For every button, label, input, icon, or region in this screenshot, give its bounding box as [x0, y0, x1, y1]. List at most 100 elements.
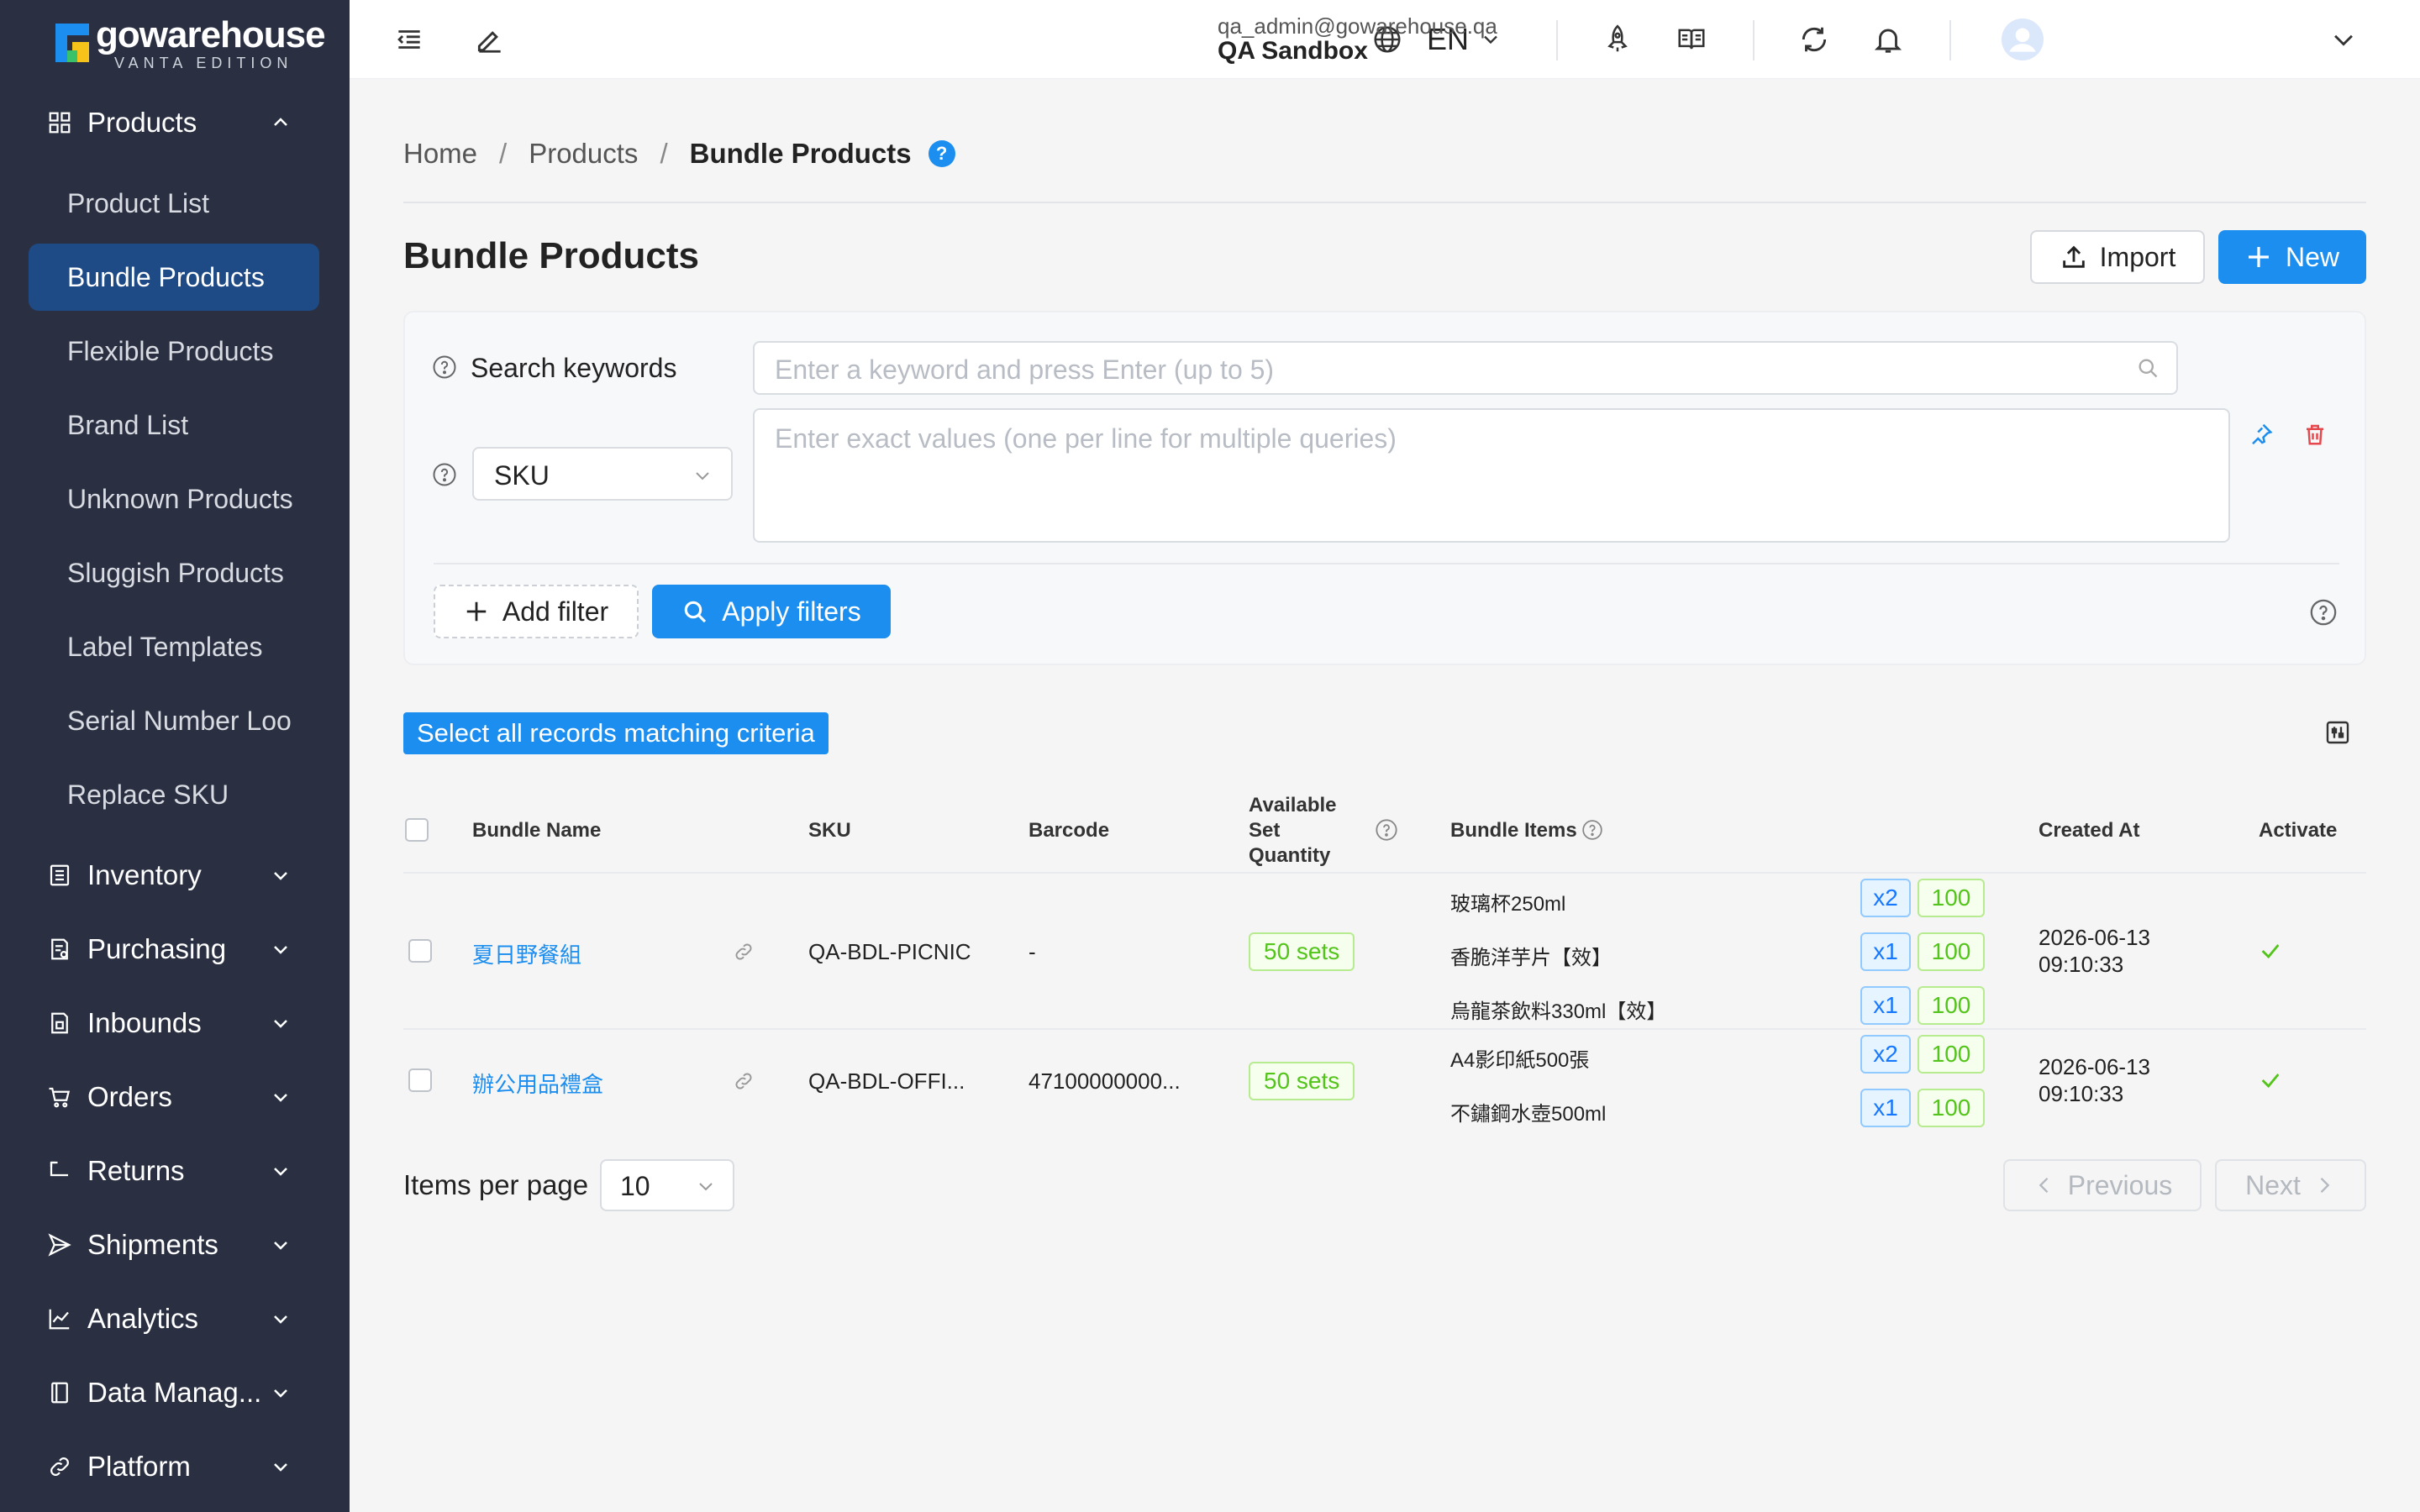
chevron-down-icon [274, 946, 287, 954]
field-select[interactable]: SKU [472, 447, 733, 501]
previous-page-button[interactable]: Previous [2003, 1159, 2202, 1211]
keyword-search-input[interactable]: Enter a keyword and press Enter (up to 5… [753, 341, 2178, 395]
plus-icon [466, 601, 487, 622]
divider [403, 1028, 2366, 1030]
question-circle-icon[interactable] [1581, 819, 1603, 841]
item-qty-tag: x1 [1860, 932, 1911, 971]
select-all-records-button[interactable]: Select all records matching criteria [403, 712, 829, 754]
inbound-doc-icon [51, 1012, 68, 1034]
avatar[interactable] [2002, 18, 2044, 60]
nav-group-platform[interactable]: Platform [0, 1430, 350, 1504]
user-org: QA Sandbox [1218, 37, 1368, 65]
column-header-activate[interactable]: Activate [2259, 819, 2337, 843]
next-page-button[interactable]: Next [2215, 1159, 2366, 1211]
sidebar-item-sluggish-products[interactable]: Sluggish Products [29, 539, 319, 606]
nav-group-inbounds[interactable]: Inbounds [0, 986, 350, 1060]
created-time: 09:10:33 [2039, 1081, 2124, 1106]
breadcrumb-products[interactable]: Products [529, 138, 638, 170]
rocket-icon[interactable] [1602, 24, 1634, 55]
column-header-available[interactable]: Available [1249, 794, 1337, 817]
sidebar-item-unknown-products[interactable]: Unknown Products [29, 465, 319, 533]
help-icon[interactable]: ? [928, 140, 955, 167]
nav-group-orders[interactable]: Orders [0, 1060, 350, 1134]
chevron-up-icon [274, 118, 287, 126]
nav-group-shipments[interactable]: Shipments [0, 1208, 350, 1282]
question-circle-icon[interactable] [2309, 598, 2338, 627]
row-checkbox[interactable] [408, 1068, 432, 1092]
breadcrumb-home[interactable]: Home [403, 138, 477, 170]
nav-group-label: Products [87, 107, 197, 138]
app-logo[interactable]: gowarehouse VANTA EDITION [55, 14, 326, 71]
bundle-name-link[interactable]: 辦公用品禮盒 [472, 1068, 603, 1099]
trash-icon[interactable] [2302, 422, 2328, 447]
nav-group-label: Inventory [87, 859, 202, 890]
column-header-barcode[interactable]: Barcode [1028, 819, 1109, 843]
sidebar-item-bundle-products[interactable]: Bundle Products [29, 244, 319, 311]
import-button[interactable]: Import [2030, 230, 2205, 284]
chevron-down-icon [699, 1183, 713, 1191]
sidebar-item-serial-number[interactable]: Serial Number Loo [29, 687, 319, 754]
nav-group-label: Shipments [87, 1229, 218, 1260]
logo-name: gowarehouse [96, 14, 326, 55]
chevron-down-icon[interactable] [2329, 25, 2358, 54]
nav-group-purchasing[interactable]: Purchasing [0, 912, 350, 986]
column-header-bundle-items[interactable]: Bundle Items [1450, 819, 1577, 843]
column-header-sku[interactable]: SKU [808, 819, 851, 843]
cart-icon [49, 1087, 71, 1108]
menu-collapse-icon[interactable] [393, 24, 425, 55]
chevron-down-icon [696, 472, 709, 480]
apply-filters-button[interactable]: Apply filters [652, 585, 891, 638]
exact-values-textarea[interactable]: Enter exact values (one per line for mul… [753, 408, 2230, 543]
chevron-right-icon [2320, 1178, 2330, 1193]
column-header-bundle-name[interactable]: Bundle Name [472, 819, 601, 843]
sidebar: gowarehouse VANTA EDITION Products Produ… [0, 0, 350, 1512]
bundle-item-name: A4影印紙500張 [1450, 1049, 1590, 1072]
link-icon[interactable] [733, 1070, 755, 1092]
divider [434, 563, 2339, 564]
sidebar-item-label-templates[interactable]: Label Templates [29, 613, 319, 680]
item-stock-tag: 100 [1918, 932, 1985, 971]
items-per-page-select[interactable]: 10 [600, 1159, 734, 1211]
sidebar-item-flexible-products[interactable]: Flexible Products [29, 318, 319, 385]
chevron-down-icon [274, 872, 287, 880]
item-stock-tag: 100 [1918, 1089, 1985, 1127]
question-circle-icon[interactable] [432, 462, 457, 487]
available-sets-badge: 50 sets [1249, 1062, 1355, 1100]
plus-icon [2248, 247, 2269, 267]
column-settings-icon[interactable] [2324, 719, 2351, 746]
nav-group-returns[interactable]: Returns [0, 1134, 350, 1208]
breadcrumb: Home / Products / Bundle Products ? [403, 138, 955, 170]
breadcrumb-separator: / [660, 138, 668, 169]
add-filter-button[interactable]: Add filter [434, 585, 639, 638]
purchase-doc-icon [51, 938, 68, 960]
question-circle-icon[interactable] [1375, 818, 1398, 842]
header-divider [1753, 20, 1754, 60]
select-all-checkbox[interactable] [405, 818, 429, 842]
question-circle-icon[interactable] [432, 354, 457, 380]
edit-icon[interactable] [474, 24, 506, 55]
bundle-item-name: 香脆洋芋片【效】 [1450, 947, 1612, 969]
nav-group-inventory[interactable]: Inventory [0, 838, 350, 912]
search-keywords-label: Search keywords [471, 353, 677, 383]
item-stock-tag: 100 [1918, 1035, 1985, 1074]
sidebar-item-replace-sku[interactable]: Replace SKU [29, 761, 319, 828]
nav-group-analytics[interactable]: Analytics [0, 1282, 350, 1356]
refresh-icon[interactable] [1798, 24, 1830, 55]
nav-group-label: Returns [87, 1155, 185, 1186]
column-header-created-at[interactable]: Created At [2039, 819, 2139, 843]
bell-icon[interactable] [1872, 24, 1904, 55]
nav-group-label: Platform [87, 1451, 191, 1482]
chevron-down-icon [274, 1168, 287, 1176]
sidebar-item-product-list[interactable]: Product List [29, 170, 319, 237]
new-button[interactable]: New [2218, 230, 2366, 284]
link-icon[interactable] [733, 941, 755, 963]
bundle-item-name: 烏龍茶飲料330ml【效】 [1450, 1000, 1667, 1023]
nav-group-data-management[interactable]: Data Manag... [0, 1356, 350, 1430]
pin-icon[interactable] [2249, 422, 2274, 447]
row-checkbox[interactable] [408, 939, 432, 963]
sidebar-item-brand-list[interactable]: Brand List [29, 391, 319, 459]
bundle-name-link[interactable]: 夏日野餐組 [472, 938, 581, 969]
nav-group-products[interactable]: Products [0, 86, 350, 160]
logo-mark-icon [55, 24, 89, 62]
book-open-icon[interactable] [1676, 24, 1707, 55]
